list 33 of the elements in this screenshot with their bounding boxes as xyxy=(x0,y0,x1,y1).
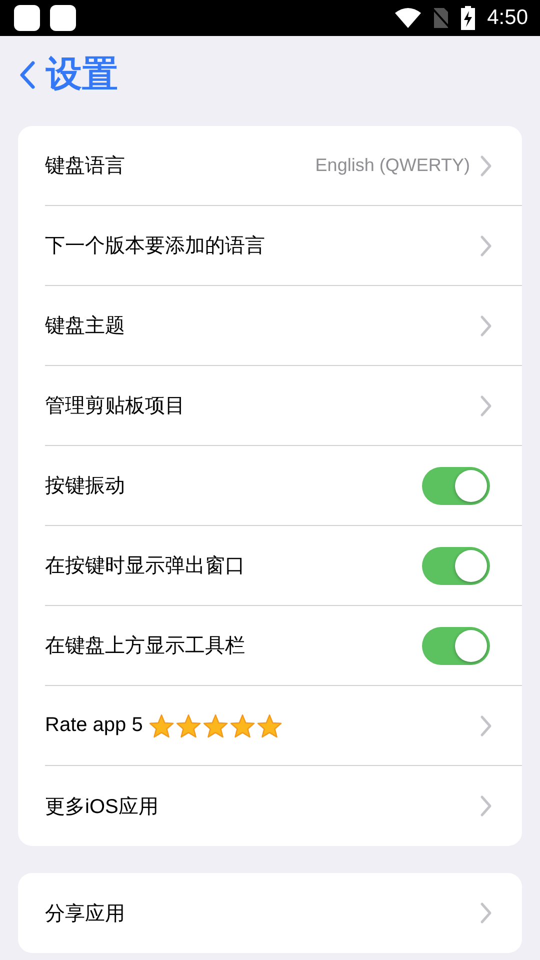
setting-label: 在按键时显示弹出窗口 xyxy=(45,554,245,579)
battery-charging-icon xyxy=(461,6,476,30)
notification-icon xyxy=(14,5,40,31)
star-icon xyxy=(230,714,255,738)
back-chevron-icon xyxy=(18,60,36,90)
toggle-switch[interactable] xyxy=(422,466,490,504)
setting-label: 下一个版本要添加的语言 xyxy=(45,234,265,259)
setting-label: 键盘主题 xyxy=(45,314,125,339)
star-icon xyxy=(256,714,282,738)
setting-label: Rate app 5 xyxy=(45,714,143,737)
chevron-right-icon xyxy=(480,795,492,817)
setting-label: 按键振动 xyxy=(45,474,125,499)
chevron-right-icon xyxy=(480,234,492,256)
star-icon xyxy=(176,714,201,738)
star-icon xyxy=(202,714,228,738)
wifi-icon xyxy=(395,8,422,28)
setting-label: 在键盘上方显示工具栏 xyxy=(45,634,245,659)
clock-time: 4:50 xyxy=(487,6,528,30)
chevron-right-icon xyxy=(480,314,492,336)
setting-value: English (QWERTY) xyxy=(315,155,470,176)
chevron-right-icon xyxy=(480,714,492,736)
setting-label: 分享应用 xyxy=(45,902,125,926)
toggle-switch[interactable] xyxy=(422,626,490,664)
setting-label: 更多iOS应用 xyxy=(45,794,158,820)
setting-label: 键盘语言 xyxy=(45,154,125,179)
chevron-right-icon xyxy=(480,394,492,416)
chevron-right-icon xyxy=(480,902,492,924)
toggle-switch[interactable] xyxy=(422,546,490,584)
star-icon xyxy=(148,714,174,738)
chevron-right-icon xyxy=(480,154,492,176)
setting-label: 管理剪贴板项目 xyxy=(45,394,185,419)
back-button[interactable]: 设置 xyxy=(0,36,118,99)
notification-icon xyxy=(50,5,76,31)
